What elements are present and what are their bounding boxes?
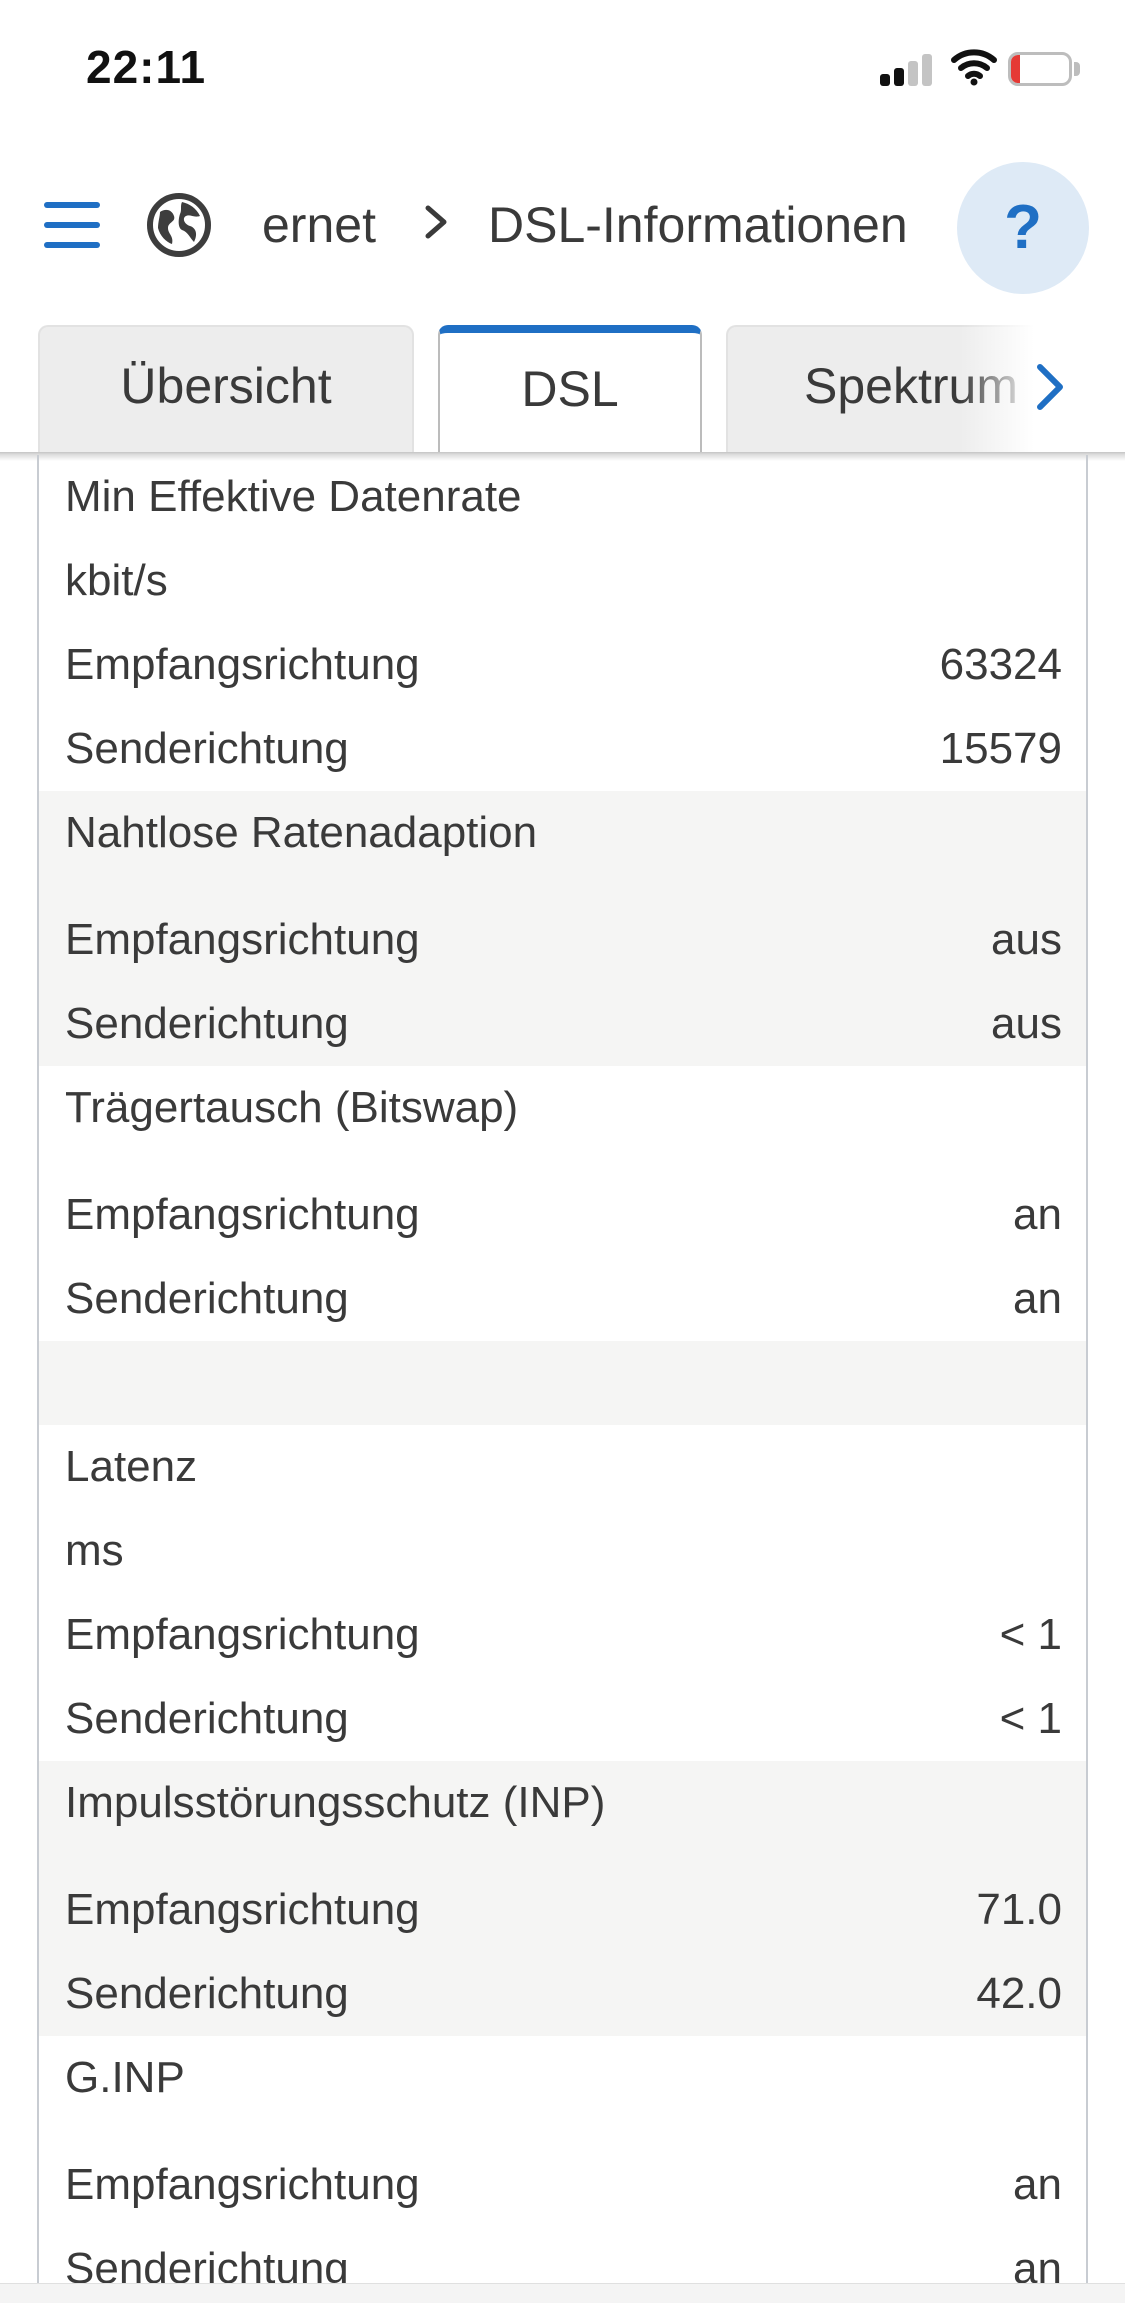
tab-dsl[interactable]: DSL — [438, 325, 702, 453]
row-value: an — [1013, 2160, 1062, 2209]
row-label: Empfangsrichtung — [65, 915, 420, 964]
row-value: an — [1013, 1274, 1062, 1323]
empty-row — [39, 1341, 1086, 1425]
section-title: Latenz — [65, 1442, 198, 1491]
status-time: 22:11 — [86, 41, 207, 93]
unit-row: ms — [39, 1509, 1086, 1593]
section-seamless-rate-adaption: Nahtlose Ratenadaption Empfangsrichtung … — [39, 791, 1086, 1066]
tab-uebersicht[interactable]: Übersicht — [38, 325, 414, 453]
section-title-row: Latenz — [39, 1425, 1086, 1509]
section-title-row: Nahtlose Ratenadaption — [39, 791, 1086, 875]
app-header: ernet DSL-Informationen ? — [0, 140, 1125, 315]
section-title: G.INP — [65, 2053, 185, 2102]
row-label: Senderichtung — [65, 999, 349, 1048]
section-title-row: Trägertausch (Bitswap) — [39, 1066, 1086, 1150]
battery-tip — [1074, 62, 1080, 76]
help-button[interactable]: ? — [957, 162, 1089, 294]
row-value: 63324 — [939, 640, 1062, 689]
section-title-row: Min Effektive Datenrate — [39, 455, 1086, 539]
table-row: Empfangsrichtung 63324 — [39, 623, 1086, 707]
row-value: aus — [991, 915, 1062, 964]
row-label: Senderichtung — [65, 1274, 349, 1323]
row-value: aus — [991, 999, 1062, 1048]
section-title: Min Effektive Datenrate — [65, 472, 522, 521]
section-title: Nahtlose Ratenadaption — [65, 808, 538, 857]
unit-row: kbit/s — [39, 539, 1086, 623]
section-latency: Latenz ms Empfangsrichtung < 1 Senderich… — [39, 1425, 1086, 1761]
section-min-rate: Min Effektive Datenrate kbit/s Empfangsr… — [39, 455, 1086, 791]
table-row: Senderichtung < 1 — [39, 1677, 1086, 1761]
wifi-icon — [951, 49, 997, 86]
table-row: Empfangsrichtung aus — [39, 898, 1086, 982]
row-value: < 1 — [999, 1694, 1062, 1743]
bottom-toolbar — [0, 2283, 1125, 2303]
dsl-details-table: Min Effektive Datenrate kbit/s Empfangsr… — [37, 455, 1088, 2285]
breadcrumb-root[interactable]: ernet — [262, 196, 376, 254]
chevron-right-icon — [425, 205, 447, 239]
page-title: DSL-Informationen — [488, 197, 908, 253]
row-value: < 1 — [999, 1610, 1062, 1659]
battery-icon: 15 — [1008, 52, 1072, 86]
section-bitswap: Trägertausch (Bitswap) Empfangsrichtung … — [39, 1066, 1086, 1341]
row-value: an — [1013, 2244, 1062, 2285]
row-label: Empfangsrichtung — [65, 1885, 420, 1934]
section-title: Trägertausch (Bitswap) — [65, 1083, 519, 1132]
table-row: Empfangsrichtung < 1 — [39, 1593, 1086, 1677]
section-inp: Impulsstörungsschutz (INP) Empfangsricht… — [39, 1761, 1086, 2036]
globe-icon — [147, 193, 211, 257]
table-row: Senderichtung aus — [39, 982, 1086, 1066]
signal-icon — [880, 52, 936, 86]
table-row: Senderichtung an — [39, 1257, 1086, 1341]
row-label: Senderichtung — [65, 2244, 349, 2285]
tab-bar: Übersicht DSL Spektrum — [0, 315, 1125, 455]
section-ginp: G.INP Empfangsrichtung an Senderichtung … — [39, 2036, 1086, 2285]
table-row: Senderichtung an — [39, 2227, 1086, 2285]
row-label: Senderichtung — [65, 1969, 349, 2018]
row-label: Empfangsrichtung — [65, 2160, 420, 2209]
row-value: 71.0 — [976, 1885, 1062, 1934]
row-label: Empfangsrichtung — [65, 1190, 420, 1239]
row-value: an — [1013, 1190, 1062, 1239]
chevron-right-icon[interactable] — [1030, 355, 1070, 419]
row-value: 15579 — [939, 724, 1062, 773]
row-label: Senderichtung — [65, 1694, 349, 1743]
unit-label: ms — [65, 1526, 124, 1575]
row-label: Senderichtung — [65, 724, 349, 773]
row-label: Empfangsrichtung — [65, 1610, 420, 1659]
table-row: Empfangsrichtung an — [39, 1173, 1086, 1257]
section-title-row: Impulsstörungsschutz (INP) — [39, 1761, 1086, 1845]
row-value: 42.0 — [976, 1969, 1062, 2018]
status-bar: 22:11 15 — [0, 0, 1125, 140]
battery-level: 15 — [1025, 54, 1055, 84]
section-title-row: G.INP — [39, 2036, 1086, 2120]
table-row: Empfangsrichtung 71.0 — [39, 1868, 1086, 1952]
section-title: Impulsstörungsschutz (INP) — [65, 1778, 606, 1827]
table-row: Empfangsrichtung an — [39, 2143, 1086, 2227]
table-row: Senderichtung 15579 — [39, 707, 1086, 791]
table-row: Senderichtung 42.0 — [39, 1952, 1086, 2036]
row-label: Empfangsrichtung — [65, 640, 420, 689]
menu-icon[interactable] — [44, 202, 100, 248]
unit-label: kbit/s — [65, 556, 168, 605]
